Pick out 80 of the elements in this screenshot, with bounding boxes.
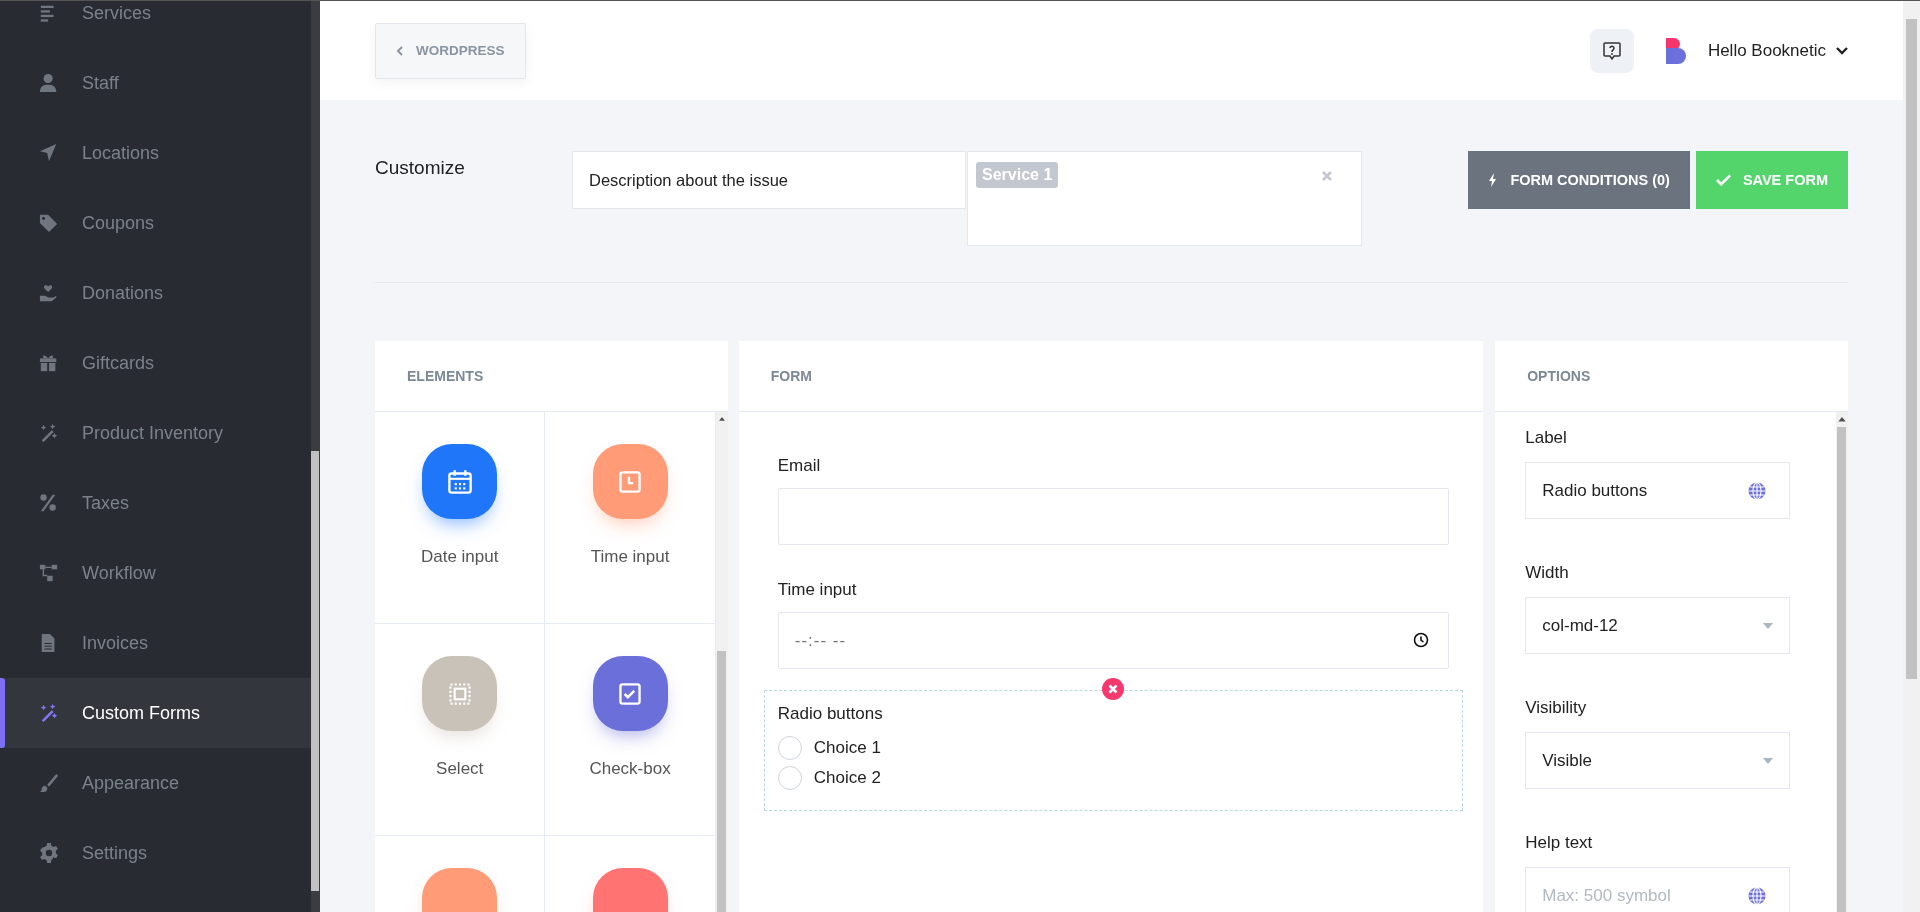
save-form-button[interactable]: SAVE FORM	[1695, 151, 1848, 209]
bolt-icon	[1488, 173, 1499, 187]
field-label: Email	[777, 456, 822, 476]
scrollbar-thumb[interactable]	[311, 451, 319, 891]
form-field[interactable]: Email	[763, 442, 1464, 566]
user-menu[interactable]: Hello Booknetic	[1707, 40, 1848, 61]
menu-item-icon	[39, 283, 59, 303]
element-tile[interactable]: Time input	[545, 412, 716, 624]
sidebar-item[interactable]: Product Inventory	[0, 398, 311, 468]
scrollbar[interactable]	[1903, 1, 1920, 912]
menu-item-icon	[39, 143, 59, 163]
text-field[interactable]: Radio buttons	[1525, 462, 1791, 519]
field-label: Radio buttons	[777, 704, 884, 724]
check-icon	[1715, 174, 1731, 186]
sidebar-item[interactable]: Services	[0, 0, 311, 48]
menu-item-icon	[39, 493, 59, 513]
radio-button[interactable]	[777, 736, 802, 760]
menu-item-icon	[39, 773, 59, 793]
form-name-field[interactable]: Description about the issue	[572, 151, 966, 209]
sidebar-item[interactable]: Custom Forms	[0, 678, 311, 748]
back-button[interactable]: WORDPRESS	[375, 22, 526, 79]
clock-icon	[1413, 632, 1430, 648]
time-input[interactable]: --:-- --	[777, 612, 1450, 669]
sidebar-item[interactable]: Workflow	[0, 538, 311, 608]
sidebar-item[interactable]: Settings	[0, 818, 311, 888]
option-label: Width	[1525, 563, 1570, 583]
sidebar-item[interactable]: Coupons	[0, 188, 311, 258]
menu-item-icon	[39, 353, 59, 373]
scrollbar-thumb[interactable]	[717, 650, 727, 912]
option-label: Help text	[1525, 833, 1594, 853]
sidebar-item[interactable]: Appearance	[0, 748, 311, 818]
clear-icon	[1321, 170, 1333, 182]
caret-icon	[1763, 757, 1774, 764]
option-label: Visibility	[1525, 698, 1588, 718]
globe-icon	[1748, 887, 1767, 905]
sidebar-item[interactable]: Donations	[0, 258, 311, 328]
question-bubble-icon	[1601, 40, 1622, 61]
select-field[interactable]: Visible	[1525, 732, 1791, 789]
remove-icon[interactable]	[1102, 678, 1125, 700]
scroll-up-icon	[1838, 417, 1846, 422]
service-tag: Service 1	[976, 162, 1059, 188]
panel-title: FORM	[770, 368, 812, 384]
email-input[interactable]	[777, 488, 1450, 545]
element-tile[interactable]: Check-box	[545, 624, 716, 836]
sidebar-item[interactable]: Locations	[0, 118, 311, 188]
sidebar-item[interactable]: Invoices	[0, 608, 311, 678]
element-tile[interactable]: Date input	[375, 412, 546, 624]
panel-title: OPTIONS	[1527, 368, 1591, 384]
chevron-left-icon	[396, 45, 404, 56]
menu-item-icon	[39, 703, 59, 723]
form-conditions-button[interactable]: FORM CONDITIONS (0)	[1468, 151, 1690, 209]
field-label: Time input	[777, 580, 858, 600]
sidebar-item[interactable]: Giftcards	[0, 328, 311, 398]
logo-icon	[1663, 37, 1688, 64]
menu-item-icon	[39, 563, 59, 583]
element-tile[interactable]: Select	[375, 624, 546, 836]
scroll-up-icon	[717, 417, 726, 421]
menu-item-icon	[39, 213, 59, 233]
form-field[interactable]: Time input --:-- --	[763, 566, 1464, 690]
scrollbar-thumb[interactable]	[1837, 426, 1847, 912]
menu-item-icon	[39, 73, 59, 93]
choice-label: Choice 2	[813, 768, 881, 788]
caret-icon	[1763, 622, 1774, 629]
sidebar-item[interactable]: Taxes	[0, 468, 311, 538]
choice-label: Choice 1	[813, 738, 881, 758]
globe-icon	[1748, 482, 1767, 500]
panel-title: ELEMENTS	[407, 368, 484, 384]
menu-item-icon	[39, 423, 59, 443]
option-label: Label	[1525, 428, 1568, 448]
chevron-down-icon	[1836, 46, 1848, 55]
radio-button[interactable]	[777, 766, 802, 790]
scrollbar[interactable]	[1836, 412, 1848, 912]
menu-item-icon	[39, 843, 59, 863]
sidebar-item[interactable]: Staff	[0, 48, 311, 118]
text-field[interactable]: Max: 500 symbol	[1525, 867, 1791, 912]
scrollbar-thumb[interactable]	[1906, 19, 1917, 679]
page-title: Customize	[375, 157, 466, 179]
select-field[interactable]: col-md-12	[1525, 597, 1791, 654]
help-button[interactable]	[1589, 28, 1634, 73]
scrollbar[interactable]	[311, 1, 320, 912]
